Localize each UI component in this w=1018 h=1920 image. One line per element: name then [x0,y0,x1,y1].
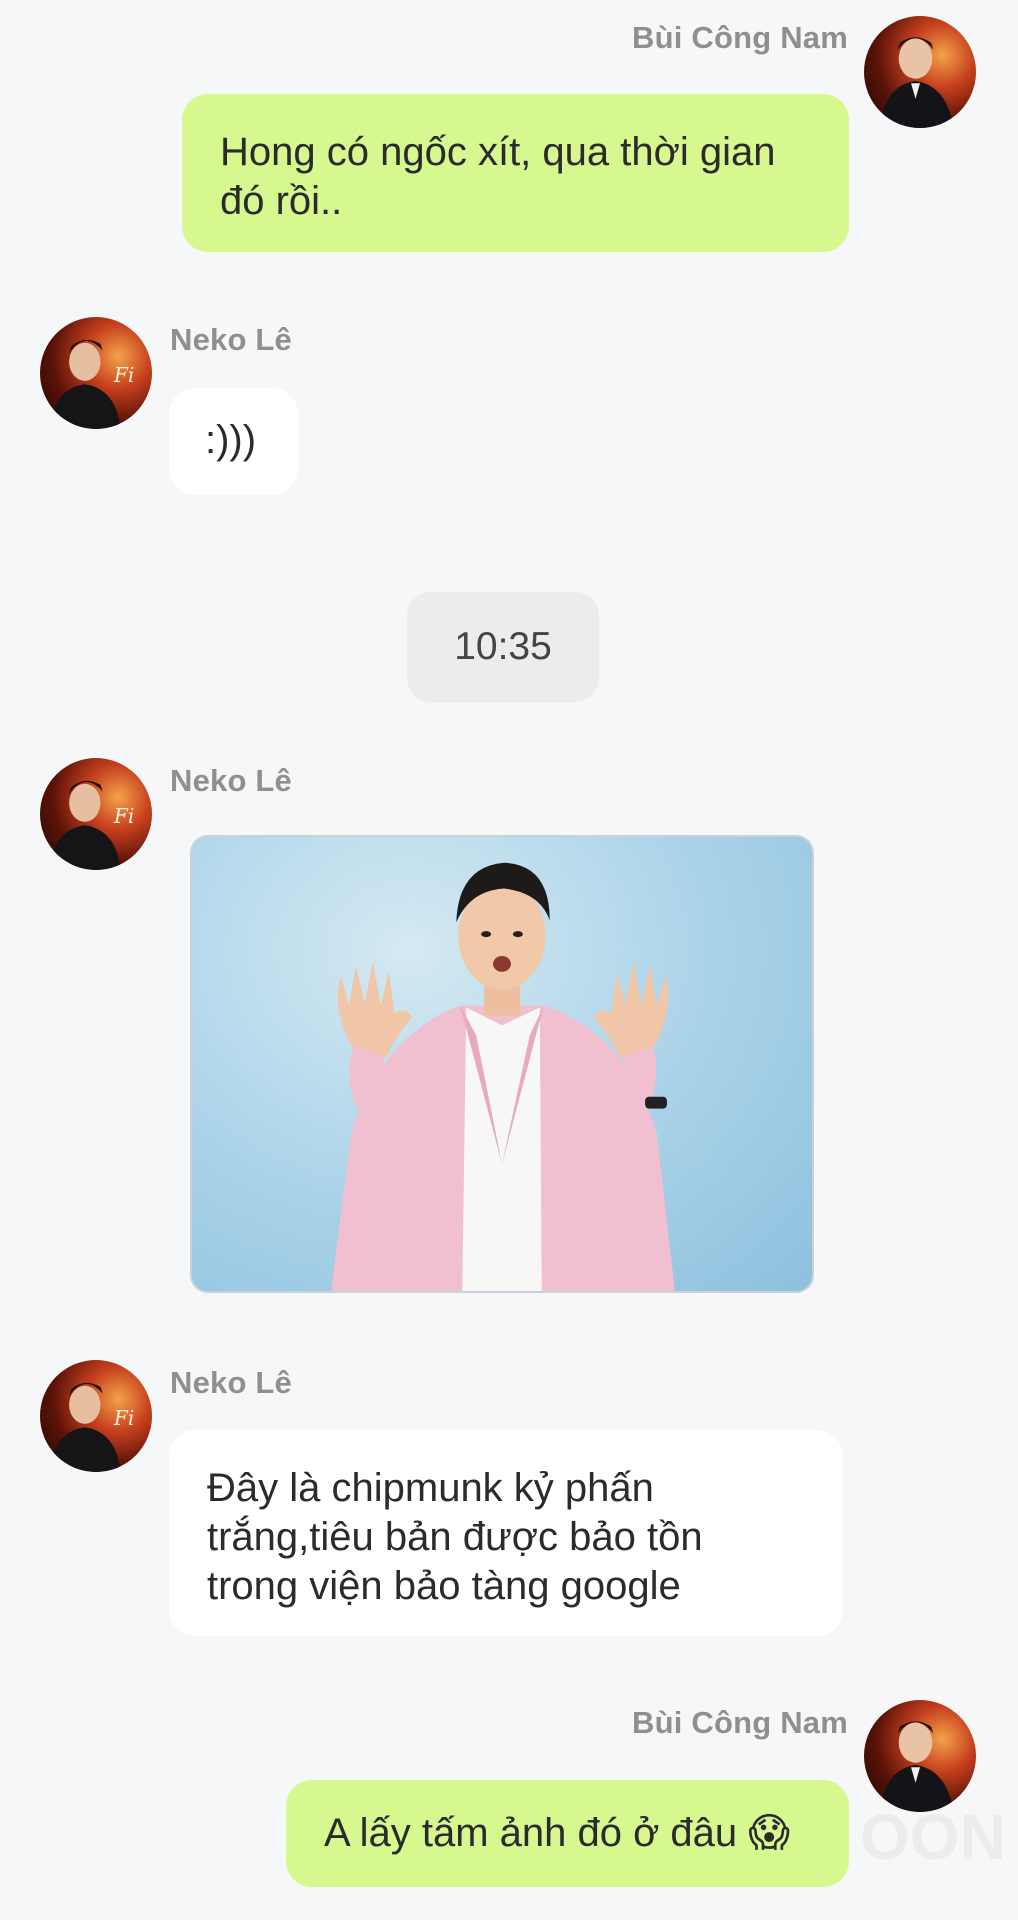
message-text: đó rồi.. [220,179,343,223]
sender-name: Neko Lê [170,322,292,357]
message-text: A lấy tấm ảnh đó ở đâu 😱 [324,1811,790,1855]
timestamp-badge: 10:35 [407,592,599,702]
message-bubble[interactable]: :))) [169,388,298,495]
message-text: Hong có ngốc xít, qua thời gian [220,130,776,174]
message-bubble[interactable]: A lấy tấm ảnh đó ở đâu 😱 [286,1780,849,1887]
sender-name: Bùi Công Nam [632,1705,848,1740]
avatar[interactable] [864,16,976,128]
sender-name: Neko Lê [170,1365,292,1400]
message-bubble[interactable]: Hong có ngốc xít, qua thời gian đó rồi.. [182,94,849,252]
message-text: Đây là chipmunk kỷ phấn [207,1466,654,1510]
svg-text:Fi: Fi [113,363,134,387]
avatar[interactable]: Fi [40,758,152,870]
sender-name: Bùi Công Nam [632,20,848,55]
timestamp-text: 10:35 [454,625,552,668]
shared-photo[interactable] [190,835,814,1293]
message-bubble[interactable]: Đây là chipmunk kỷ phấn trắng,tiêu bản đ… [169,1430,843,1636]
svg-text:Fi: Fi [113,804,134,828]
avatar[interactable]: Fi [40,1360,152,1472]
svg-text:Fi: Fi [113,1406,134,1430]
avatar[interactable]: Fi [40,317,152,429]
message-text: trắng,tiêu bản được bảo tồn [207,1515,703,1559]
watermark-logo: OON [860,1801,1006,1873]
sender-name: Neko Lê [170,763,292,798]
message-text: trong viện bảo tàng google [207,1564,681,1608]
avatar[interactable] [864,1700,976,1812]
message-text: :))) [205,418,257,462]
